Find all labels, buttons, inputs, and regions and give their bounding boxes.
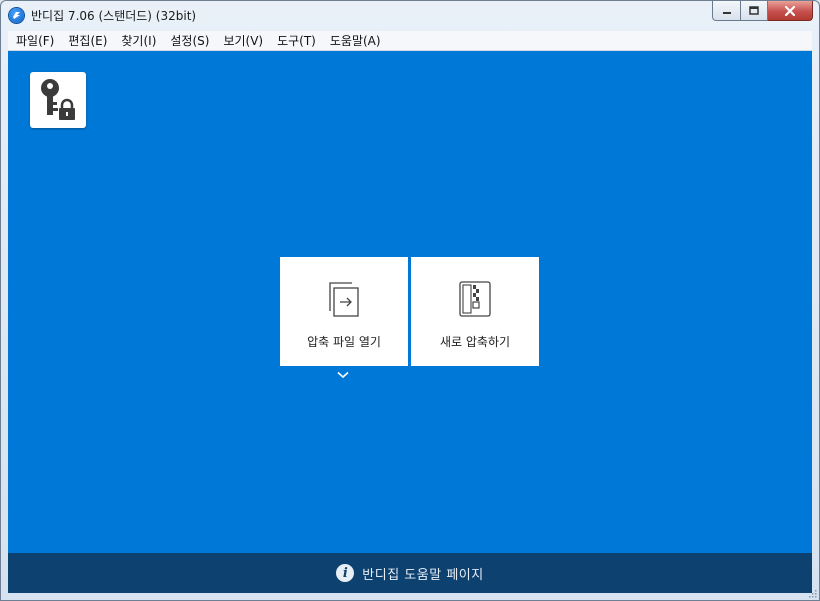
open-archive-label: 압축 파일 열기 [307, 335, 381, 349]
title-bar[interactable]: 반디집 7.06 (스탠더드) (32bit) [1, 1, 819, 29]
password-manager-button[interactable] [30, 72, 86, 128]
open-archive-tile[interactable]: 압축 파일 열기 [280, 257, 408, 366]
new-archive-label: 새로 압축하기 [439, 335, 511, 349]
bandizip-window: 반디집 7.06 (스탠더드) (32bit) 파일(F) 편집(E) 찾기(I… [0, 0, 820, 601]
app-icon-glyph [13, 12, 20, 19]
chevron-down-icon[interactable] [337, 371, 349, 379]
help-page-link[interactable]: 반디집 도움말 페이지 [362, 564, 483, 583]
menu-help[interactable]: 도움말(A) [322, 32, 387, 49]
menu-view[interactable]: 보기(V) [215, 32, 269, 49]
key-lock-icon [41, 79, 75, 120]
menu-file[interactable]: 파일(F) [8, 32, 60, 49]
maximize-icon [749, 5, 759, 15]
menu-bar: 파일(F) 편집(E) 찾기(I) 설정(S) 보기(V) 도구(T) 도움말(… [8, 31, 812, 51]
menu-edit[interactable]: 편집(E) [60, 32, 113, 49]
new-archive-icon [459, 281, 491, 317]
minimize-icon [722, 11, 731, 14]
minimize-button[interactable] [712, 1, 741, 21]
resize-grip-icon[interactable] [807, 588, 817, 598]
help-page-bar[interactable]: i 반디집 도움말 페이지 [8, 553, 812, 593]
menu-tools[interactable]: 도구(T) [269, 32, 322, 49]
close-button[interactable] [768, 1, 813, 21]
new-archive-tile[interactable]: 새로 압축하기 [411, 257, 539, 366]
maximize-button[interactable] [741, 1, 768, 21]
menu-find[interactable]: 찾기(I) [113, 32, 162, 49]
close-icon [784, 5, 796, 16]
app-icon[interactable] [9, 8, 24, 23]
open-archive-icon [329, 282, 359, 317]
window-title: 반디집 7.06 (스탠더드) (32bit) [31, 9, 197, 23]
window-controls [712, 1, 813, 21]
menu-settings[interactable]: 설정(S) [162, 32, 215, 49]
info-icon: i [336, 564, 355, 582]
main-panel: 압축 파일 열기 새로 압축하기 [8, 51, 812, 553]
